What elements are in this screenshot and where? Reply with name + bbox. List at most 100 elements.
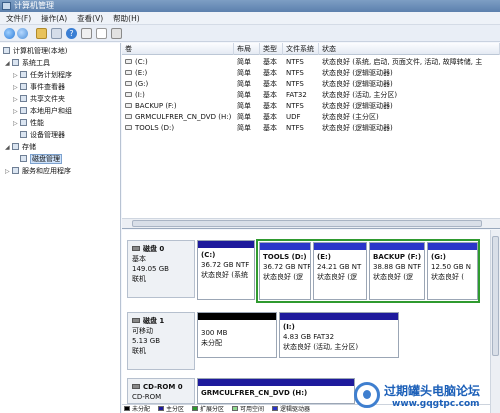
disk-1-info[interactable]: 磁盘 1 可移动 5.13 GB 联机 [127, 312, 195, 370]
title-bar: 计算机管理 [0, 0, 500, 12]
clock-icon [20, 71, 27, 78]
volume-row[interactable]: GRMCULFRER_CN_DVD (H:) 简单 基本 UDF 状态良好 (主… [122, 112, 500, 122]
volume-row[interactable]: BACKUP (F:) 简单 基本 NTFS 状态良好 (逻辑驱动器) [122, 101, 500, 111]
volume-icon [125, 103, 132, 108]
volume-icon [125, 81, 132, 86]
menu-file[interactable]: 文件(F) [6, 13, 31, 24]
forum-logo-icon [354, 382, 380, 408]
watermark-title: 过期罐头电脑论坛 [384, 384, 481, 398]
watermark-url: www.gqgtpc.com [392, 399, 480, 409]
menu-help[interactable]: 帮助(H) [113, 13, 140, 24]
legend-swatch [272, 406, 278, 411]
forum-watermark: 过期罐头电脑论坛 www.gqgtpc.com [352, 380, 500, 413]
volume-row[interactable]: TOOLS (D:) 简单 基本 NTFS 状态良好 (逻辑驱动器) [122, 123, 500, 133]
disk-0-type: 基本 [132, 255, 146, 263]
forward-arrow-icon[interactable] [17, 28, 28, 39]
legend-item-free-space: 可用空间 [232, 405, 264, 413]
tree-item-shared-folders[interactable]: ▷ 共享文件夹 [13, 94, 65, 104]
scrollbar-thumb[interactable] [132, 220, 482, 227]
collapse-arrow-icon[interactable]: ◢ [5, 59, 12, 69]
legend-swatch [192, 406, 198, 411]
volume-list-header: 卷 布局 类型 文件系统 状态 [122, 43, 500, 55]
legend-item-primary: 主分区 [158, 405, 184, 413]
properties-icon[interactable] [81, 28, 92, 39]
export-list-icon[interactable] [111, 28, 122, 39]
expand-arrow-icon[interactable]: ▷ [13, 107, 20, 117]
volume-row[interactable]: (C:) 简单 基本 NTFS 状态良好 (系统, 启动, 页面文件, 活动, … [122, 57, 500, 67]
tree-item-local-users[interactable]: ▷ 本地用户和组 [13, 106, 72, 116]
disk-1-status: 联机 [132, 347, 146, 355]
tools-icon [12, 59, 19, 66]
disk-0-size: 149.05 GB [132, 265, 169, 273]
column-header-filesystem[interactable]: 文件系统 [283, 43, 319, 55]
collapse-arrow-icon[interactable]: ◢ [5, 143, 12, 153]
navigation-tree: 计算机管理(本地) ◢ 系统工具 ▷ 任务计划程序 ▷ 事件查看器 ▷ 共享文件夹 ▷ 本… [0, 43, 121, 413]
back-arrow-icon[interactable] [4, 28, 15, 39]
legend-swatch [158, 406, 164, 411]
menu-bar: 文件(F) 操作(A) 查看(V) 帮助(H) [0, 12, 500, 25]
column-header-type[interactable]: 类型 [260, 43, 283, 55]
expand-arrow-icon[interactable]: ▷ [13, 95, 20, 105]
partition-d-tools[interactable]: TOOLS (D:) 36.72 GB NTF 状态良好 (逻 [259, 242, 311, 300]
disk-1-name: 磁盘 1 [143, 317, 165, 325]
legend-swatch [232, 406, 238, 411]
tree-item-computer-management[interactable]: 计算机管理(本地) [3, 46, 67, 56]
volume-icon [125, 125, 132, 130]
volume-row[interactable]: (I:) 简单 基本 FAT32 状态良好 (活动, 主分区) [122, 90, 500, 100]
expand-arrow-icon[interactable]: ▷ [13, 83, 20, 93]
partition-g[interactable]: (G:) 12.50 GB N 状态良好 ( [427, 242, 478, 300]
disk-0-status: 联机 [132, 275, 146, 283]
folder-up-icon[interactable] [36, 28, 47, 39]
cdrom-icon [132, 384, 140, 389]
volume-row[interactable]: (E:) 简单 基本 NTFS 状态良好 (逻辑驱动器) [122, 68, 500, 78]
tree-item-event-viewer[interactable]: ▷ 事件查看器 [13, 82, 65, 92]
partition-e[interactable]: (E:) 24.21 GB NT 状态良好 (逻 [313, 242, 367, 300]
tree-item-task-scheduler[interactable]: ▷ 任务计划程序 [13, 70, 72, 80]
volume-row[interactable]: (G:) 简单 基本 NTFS 状态良好 (逻辑驱动器) [122, 79, 500, 89]
computer-icon [3, 47, 10, 54]
partition-h-dvd[interactable]: GRMCULFRER_CN_DVD (H:) [197, 378, 355, 404]
volume-icon [125, 59, 132, 64]
toolbar: ? [0, 25, 500, 42]
volume-list: 卷 布局 类型 文件系统 状态 (C:) 简单 基本 NTFS 状态良好 (系统… [122, 43, 500, 229]
volume-icon [125, 70, 132, 75]
partition-f-backup[interactable]: BACKUP (F:) 38.88 GB NTF 状态良好 (逻 [369, 242, 425, 300]
cdrom-0-name: CD-ROM 0 [143, 383, 183, 391]
disk-1-size: 5.13 GB [132, 337, 161, 345]
partition-c[interactable]: (C:) 36.72 GB NTF 状态良好 (系统 [197, 240, 255, 300]
disk-0-info[interactable]: 磁盘 0 基本 149.05 GB 联机 [127, 240, 195, 298]
help-icon[interactable]: ? [66, 28, 77, 39]
dvd-icon [125, 114, 132, 119]
tree-item-device-manager[interactable]: 设备管理器 [20, 130, 65, 140]
console-tree-icon[interactable] [51, 28, 62, 39]
horizontal-scrollbar[interactable] [122, 218, 500, 228]
menu-action[interactable]: 操作(A) [41, 13, 67, 24]
users-icon [20, 107, 27, 114]
column-header-layout[interactable]: 布局 [234, 43, 260, 55]
partition-i[interactable]: (I:) 4.83 GB FAT32 状态良好 (活动, 主分区) [279, 312, 399, 358]
legend-item-extended: 扩展分区 [192, 405, 224, 413]
legend-swatch [124, 406, 130, 411]
tree-item-disk-management[interactable]: 磁盘管理 [20, 154, 62, 164]
partition-unallocated[interactable]: 300 MB 未分配 [197, 312, 277, 358]
storage-icon [12, 143, 19, 150]
tree-item-services-apps[interactable]: ▷ 服务和应用程序 [5, 166, 71, 176]
tree-item-storage[interactable]: ◢ 存储 [5, 142, 36, 152]
legend-item-unallocated: 未分配 [124, 405, 150, 413]
tree-item-performance[interactable]: ▷ 性能 [13, 118, 44, 128]
menu-view[interactable]: 查看(V) [77, 13, 103, 24]
expand-arrow-icon[interactable]: ▷ [5, 167, 12, 177]
column-header-status[interactable]: 状态 [319, 43, 500, 55]
disk-1-type: 可移动 [132, 327, 153, 335]
hard-disk-icon [132, 246, 140, 251]
window-title: 计算机管理 [14, 1, 54, 10]
expand-arrow-icon[interactable]: ▷ [13, 71, 20, 81]
cdrom-0-info[interactable]: CD-ROM 0 CD-ROM [127, 378, 195, 404]
tree-item-system-tools[interactable]: ◢ 系统工具 [5, 58, 50, 68]
removable-disk-icon [132, 318, 140, 323]
scrollbar-thumb[interactable] [492, 236, 499, 356]
refresh-icon[interactable] [96, 28, 107, 39]
column-header-volume[interactable]: 卷 [122, 43, 234, 55]
legend-item-logical: 逻辑驱动器 [272, 405, 310, 413]
expand-arrow-icon[interactable]: ▷ [13, 119, 20, 129]
